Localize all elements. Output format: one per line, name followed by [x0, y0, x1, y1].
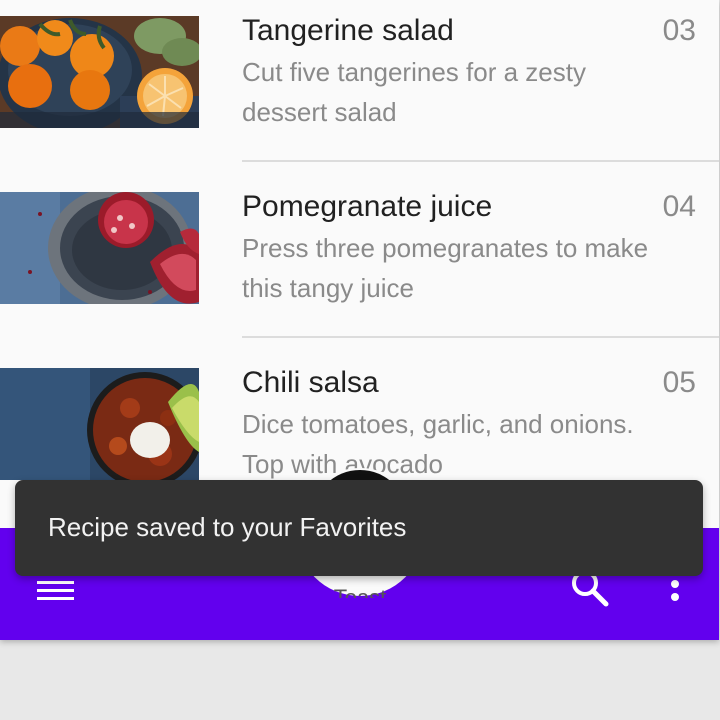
recipe-image-chili-salsa: [0, 368, 199, 480]
menu-icon[interactable]: [30, 572, 80, 612]
snackbar-message: Recipe saved to your Favorites: [48, 512, 407, 542]
recipe-title: Pomegranate juice: [242, 190, 493, 223]
recipe-description: Dice tomatoes, garlic, and onions. Top w…: [242, 409, 634, 479]
recipe-title: Tangerine salad: [242, 14, 454, 47]
recipe-image-pomegranates: [0, 192, 199, 304]
list-item[interactable]: Pomegranate juice 04 Press three pomegra…: [0, 166, 719, 342]
divider: [242, 336, 719, 338]
recipe-number: 04: [662, 190, 696, 223]
recipe-image-tangerines: [0, 16, 199, 128]
recipe-description: Cut five tangerines for a zesty dessert …: [242, 57, 586, 127]
recipe-description: Press three pomegranates to make this ta…: [242, 233, 649, 303]
divider: [242, 160, 719, 162]
list-item[interactable]: Tangerine salad 03 Cut five tangerines f…: [0, 0, 719, 166]
recipe-title: Chili salsa: [242, 366, 379, 399]
recipe-number: 05: [662, 366, 696, 399]
fab-label: Toast: [333, 585, 387, 598]
snackbar: Recipe saved to your Favorites: [15, 480, 703, 576]
recipe-number: 03: [662, 14, 696, 47]
